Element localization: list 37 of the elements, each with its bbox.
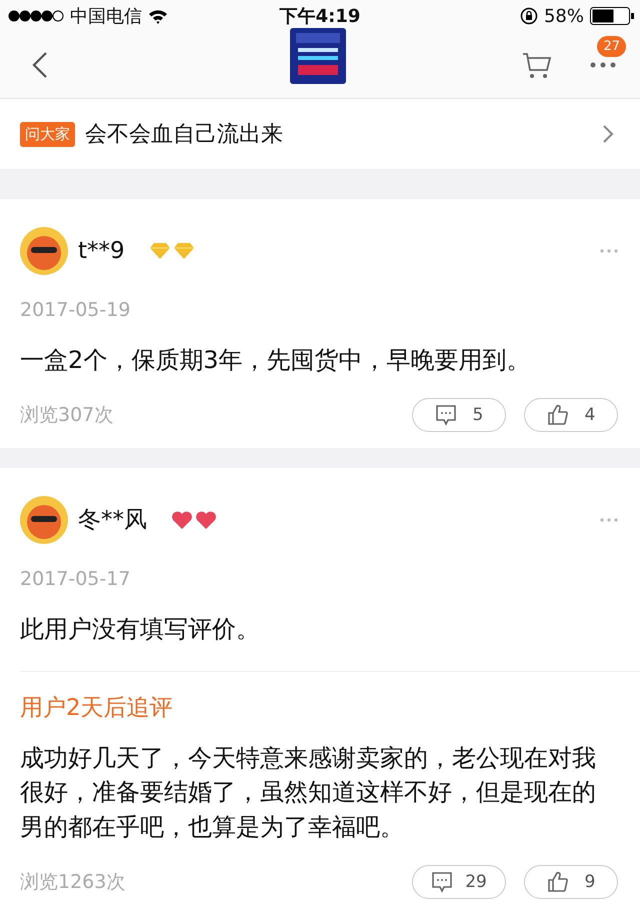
wifi-icon xyxy=(148,8,168,24)
battery-icon xyxy=(590,7,634,25)
avatar xyxy=(20,496,68,544)
carrier-name: 中国电信 xyxy=(70,5,142,28)
rotation-lock-icon xyxy=(520,7,538,25)
followup-text: 成功好几天了，今天特意来感谢卖家的，老公现在对我很好，准备要结婚了，虽然知道这样不好，但是现在的男的都在乎吧，也算是为了幸福吧。 xyxy=(20,742,597,844)
user-name: t**9 xyxy=(78,238,125,264)
user-name: 冬**风 xyxy=(78,506,147,536)
heart-icon xyxy=(171,510,193,530)
like-button[interactable]: 4 xyxy=(524,398,618,432)
question-row[interactable]: 问大家 会不会血自己流出来 xyxy=(0,99,640,169)
view-count: 浏览1263次 xyxy=(20,870,126,895)
like-button[interactable]: 9 xyxy=(524,864,618,899)
more-icon xyxy=(590,62,616,68)
answer-date: 2017-05-19 xyxy=(20,299,132,321)
status-time: 下午4:19 xyxy=(280,5,360,28)
thumbs-up-icon xyxy=(546,404,569,426)
signal-icon xyxy=(8,10,64,22)
notification-badge: 27 xyxy=(597,36,626,57)
ask-tag: 问大家 xyxy=(20,122,75,146)
chevron-right-icon xyxy=(602,124,614,144)
heart-icon xyxy=(195,510,217,530)
diamond-icon xyxy=(172,242,195,260)
avatar xyxy=(20,227,68,275)
thumbs-up-icon xyxy=(546,870,569,893)
comment-button[interactable]: 5 xyxy=(412,398,506,432)
comment-icon xyxy=(434,404,457,426)
followup-label: 用户2天后追评 xyxy=(20,694,174,723)
diamond-icon xyxy=(148,242,171,260)
answer-text: 此用户没有填写评价。 xyxy=(20,614,261,645)
question-text: 会不会血自己流出来 xyxy=(85,121,284,149)
comment-button[interactable]: 29 xyxy=(412,864,506,899)
view-count: 浏览307次 xyxy=(20,402,114,428)
battery-percent: 58% xyxy=(544,6,584,26)
answer-text: 一盒2个，保质期3年，先囤货中，早晚要用到。 xyxy=(20,345,532,376)
comment-icon xyxy=(431,870,454,893)
answer-date: 2017-05-17 xyxy=(20,568,132,590)
